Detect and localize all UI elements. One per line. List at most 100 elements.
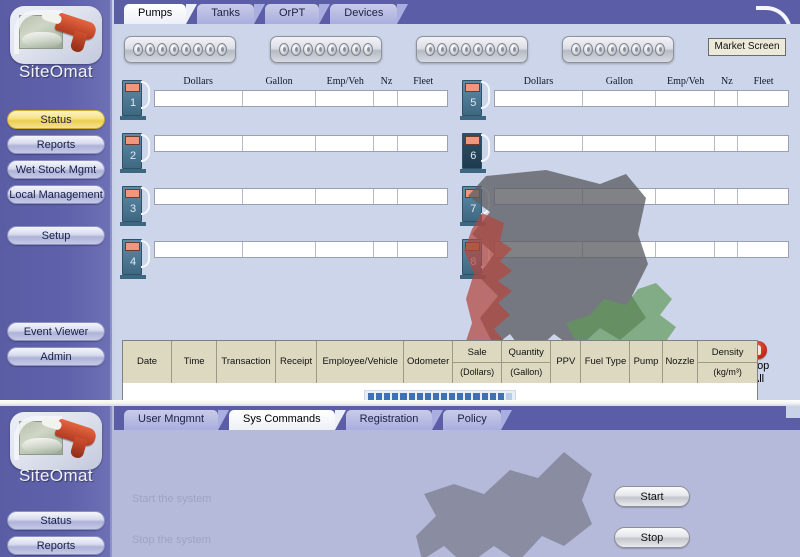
pump-field-input[interactable] — [583, 136, 657, 151]
pump-indicator-dot[interactable] — [425, 43, 435, 56]
tab-sys-commands[interactable]: Sys Commands — [229, 410, 346, 430]
pump-field-input[interactable] — [242, 242, 316, 257]
pump-group-selector-2[interactable] — [270, 36, 382, 63]
pump-field-input[interactable] — [242, 189, 316, 204]
pump-indicator-dot[interactable] — [631, 43, 641, 56]
pump-field-input[interactable] — [495, 91, 584, 106]
pump-field-input[interactable] — [242, 91, 316, 106]
pump-field-input[interactable] — [583, 189, 657, 204]
pump-field-input[interactable] — [656, 242, 715, 257]
pump-field-input[interactable] — [397, 242, 448, 257]
pump-indicator-dot[interactable] — [327, 43, 337, 56]
transactions-column-header[interactable]: Time — [172, 341, 218, 383]
pump-field-input[interactable] — [656, 91, 715, 106]
transactions-column-header[interactable]: Transaction — [217, 341, 276, 383]
sidebar-item-local-management[interactable]: Local Management — [7, 185, 105, 204]
pump-field-input[interactable] — [495, 242, 584, 257]
pump-field-input[interactable] — [155, 136, 243, 151]
transactions-column-header[interactable]: Fuel Type — [581, 341, 631, 383]
pump-field-input[interactable] — [155, 189, 243, 204]
pump-group-selector-4[interactable] — [562, 36, 674, 63]
pump-field-input[interactable] — [242, 136, 316, 151]
pump-indicator-dot[interactable] — [655, 43, 665, 56]
tab-registration[interactable]: Registration — [345, 410, 444, 430]
fuel-pump-icon[interactable]: 5 — [460, 76, 491, 121]
transactions-column-header[interactable]: Odometer — [404, 341, 454, 383]
pump-indicator-dot[interactable] — [217, 43, 227, 56]
sidebar-item-status-bottom[interactable]: Status — [7, 511, 105, 530]
sidebar-item-event-viewer[interactable]: Event Viewer — [7, 322, 105, 341]
pump-field-input[interactable] — [656, 189, 715, 204]
pump-field-input[interactable] — [374, 242, 398, 257]
pump-field-input[interactable] — [714, 91, 738, 106]
pump-indicator-dot[interactable] — [437, 43, 447, 56]
pump-field-input[interactable] — [374, 136, 398, 151]
fuel-pump-icon[interactable]: 6 — [460, 129, 491, 174]
pump-indicator-dot[interactable] — [157, 43, 167, 56]
pump-field-input[interactable] — [583, 242, 657, 257]
pump-field-input[interactable] — [374, 189, 398, 204]
fuel-pump-icon[interactable]: 4 — [120, 235, 150, 280]
pump-field-input[interactable] — [397, 189, 448, 204]
pump-field-input[interactable] — [155, 242, 243, 257]
pump-field-input[interactable] — [397, 91, 448, 106]
pump-field-input[interactable] — [155, 91, 243, 106]
pump-field-input[interactable] — [495, 189, 584, 204]
pump-indicator-dot[interactable] — [595, 43, 605, 56]
pump-indicator-dot[interactable] — [315, 43, 325, 56]
pump-field-input[interactable] — [737, 91, 788, 106]
pump-field-input[interactable] — [737, 136, 788, 151]
pump-indicator-dot[interactable] — [303, 43, 313, 56]
sidebar-item-admin[interactable]: Admin — [7, 347, 105, 366]
pump-indicator-dot[interactable] — [461, 43, 471, 56]
fuel-pump-icon[interactable]: 3 — [120, 182, 150, 227]
transactions-column-header[interactable]: Date — [123, 341, 173, 383]
pump-group-selector-3[interactable] — [416, 36, 528, 63]
pump-indicator-dot[interactable] — [279, 43, 289, 56]
sidebar-item-status[interactable]: Status — [7, 110, 105, 129]
pump-indicator-dot[interactable] — [571, 43, 581, 56]
fuel-pump-icon[interactable]: 1 — [120, 76, 150, 121]
pump-group-selector-1[interactable] — [124, 36, 236, 63]
pump-indicator-dot[interactable] — [363, 43, 373, 56]
tab-policy[interactable]: Policy — [443, 410, 513, 430]
pump-indicator-dot[interactable] — [181, 43, 191, 56]
tab-tanks[interactable]: Tanks — [197, 4, 265, 24]
pump-indicator-dot[interactable] — [583, 43, 593, 56]
pump-indicator-dot[interactable] — [643, 43, 653, 56]
transactions-column-header[interactable]: Sale (Dollars) — [453, 341, 503, 383]
sidebar-item-reports-bottom[interactable]: Reports — [7, 536, 105, 555]
stop-button[interactable]: Stop — [614, 527, 690, 548]
pump-indicator-dot[interactable] — [205, 43, 215, 56]
pump-indicator-dot[interactable] — [509, 43, 519, 56]
pump-indicator-dot[interactable] — [607, 43, 617, 56]
fuel-pump-icon[interactable]: 2 — [120, 129, 150, 174]
pump-indicator-dot[interactable] — [497, 43, 507, 56]
pump-indicator-dot[interactable] — [133, 43, 143, 56]
pump-indicator-dot[interactable] — [473, 43, 483, 56]
pump-field-input[interactable] — [397, 136, 448, 151]
pump-field-input[interactable] — [315, 242, 375, 257]
pump-field-input[interactable] — [737, 189, 788, 204]
sidebar-item-reports[interactable]: Reports — [7, 135, 105, 154]
tab-pumps[interactable]: Pumps — [124, 4, 198, 24]
transactions-column-header[interactable]: Receipt — [276, 341, 318, 383]
tab-orpt[interactable]: OrPT — [265, 4, 331, 24]
pump-field-input[interactable] — [737, 242, 788, 257]
pump-indicator-dot[interactable] — [291, 43, 301, 56]
pump-field-input[interactable] — [315, 189, 375, 204]
pump-indicator-dot[interactable] — [339, 43, 349, 56]
pump-indicator-dot[interactable] — [145, 43, 155, 56]
transactions-column-header[interactable]: Quantity (Gallon) — [502, 341, 552, 383]
pump-indicator-dot[interactable] — [619, 43, 629, 56]
pump-indicator-dot[interactable] — [449, 43, 459, 56]
transactions-column-header[interactable]: Pump — [630, 341, 663, 383]
pump-field-input[interactable] — [374, 91, 398, 106]
pump-field-input[interactable] — [714, 242, 738, 257]
fuel-pump-icon[interactable]: 7 — [460, 182, 491, 227]
sidebar-item-setup[interactable]: Setup — [7, 226, 105, 245]
pump-indicator-dot[interactable] — [169, 43, 179, 56]
transactions-column-header[interactable]: Employee/Vehicle — [317, 341, 405, 383]
transactions-column-header[interactable]: Density (kg/m³) — [698, 341, 757, 383]
tab-devices[interactable]: Devices — [330, 4, 409, 24]
